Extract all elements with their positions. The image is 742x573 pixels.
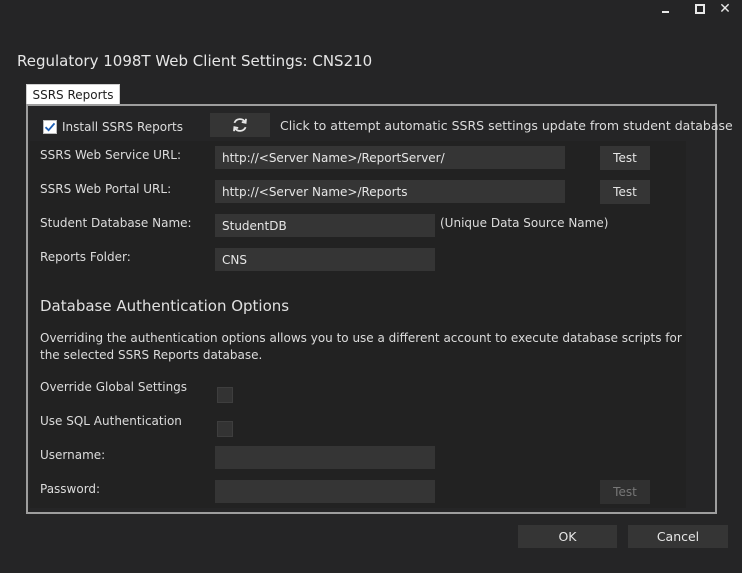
- reports-folder-input[interactable]: CNS: [215, 248, 435, 271]
- auth-description: Overriding the authentication options al…: [40, 331, 682, 362]
- web-service-url-label: SSRS Web Service URL:: [40, 148, 181, 162]
- username-label: Username:: [40, 448, 106, 462]
- cancel-button[interactable]: Cancel: [628, 525, 728, 548]
- minimize-icon: [661, 11, 669, 13]
- test-credentials-button[interactable]: Test: [600, 480, 650, 504]
- tab-ssrs-reports[interactable]: SSRS Reports: [26, 84, 120, 105]
- checkmark-icon: [44, 122, 56, 132]
- minimize-button[interactable]: [648, 0, 682, 18]
- auto-update-button[interactable]: [210, 113, 270, 137]
- override-global-checkbox[interactable]: [217, 387, 233, 403]
- sql-auth-label: Use SQL Authentication: [40, 414, 182, 428]
- student-db-input[interactable]: StudentDB: [215, 214, 435, 237]
- override-global-label: Override Global Settings: [40, 380, 188, 394]
- settings-window: ✕ Regulatory 1098T Web Client Settings: …: [0, 0, 742, 573]
- web-portal-url-input[interactable]: http://<Server Name>/Reports: [215, 180, 565, 203]
- username-input[interactable]: [215, 446, 435, 469]
- test-web-portal-button[interactable]: Test: [600, 180, 650, 204]
- install-ssrs-label: Install SSRS Reports: [62, 120, 183, 134]
- auto-update-hint: Click to attempt automatic SSRS settings…: [280, 118, 733, 133]
- web-service-url-input[interactable]: http://<Server Name>/ReportServer/: [215, 146, 565, 169]
- refresh-icon: [233, 118, 247, 132]
- password-input[interactable]: [215, 480, 435, 503]
- sql-auth-checkbox[interactable]: [217, 421, 233, 437]
- auth-section-heading: Database Authentication Options: [40, 297, 290, 315]
- ok-button[interactable]: OK: [518, 525, 617, 548]
- window-title: Regulatory 1098T Web Client Settings: CN…: [17, 52, 373, 70]
- test-web-service-button[interactable]: Test: [600, 146, 650, 170]
- reports-folder-label: Reports Folder:: [40, 250, 131, 264]
- student-db-label: Student Database Name:: [40, 216, 192, 230]
- maximize-icon: [695, 4, 705, 14]
- install-ssrs-checkbox[interactable]: [43, 120, 57, 134]
- web-portal-url-label: SSRS Web Portal URL:: [40, 182, 172, 196]
- student-db-hint: (Unique Data Source Name): [440, 216, 609, 230]
- password-label: Password:: [40, 482, 101, 496]
- close-icon: ✕: [719, 1, 731, 17]
- close-button[interactable]: ✕: [708, 0, 742, 18]
